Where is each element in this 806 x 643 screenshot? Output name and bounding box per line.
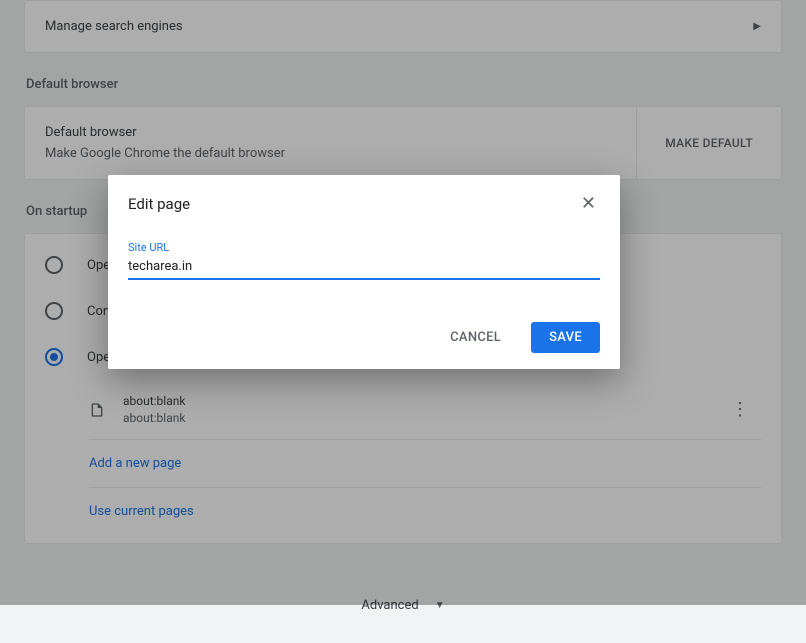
site-url-field-label: Site URL — [128, 241, 600, 254]
cancel-label: CANCEL — [450, 330, 501, 345]
cancel-button[interactable]: CANCEL — [432, 322, 519, 353]
dialog-title: Edit page — [128, 195, 190, 213]
save-button[interactable]: SAVE — [531, 322, 600, 353]
save-label: SAVE — [549, 330, 582, 345]
site-url-input[interactable] — [128, 256, 600, 280]
dialog-close-button[interactable]: ✕ — [577, 193, 600, 215]
edit-page-dialog: Edit page ✕ Site URL CANCEL SAVE — [108, 175, 620, 369]
close-icon: ✕ — [581, 193, 596, 214]
